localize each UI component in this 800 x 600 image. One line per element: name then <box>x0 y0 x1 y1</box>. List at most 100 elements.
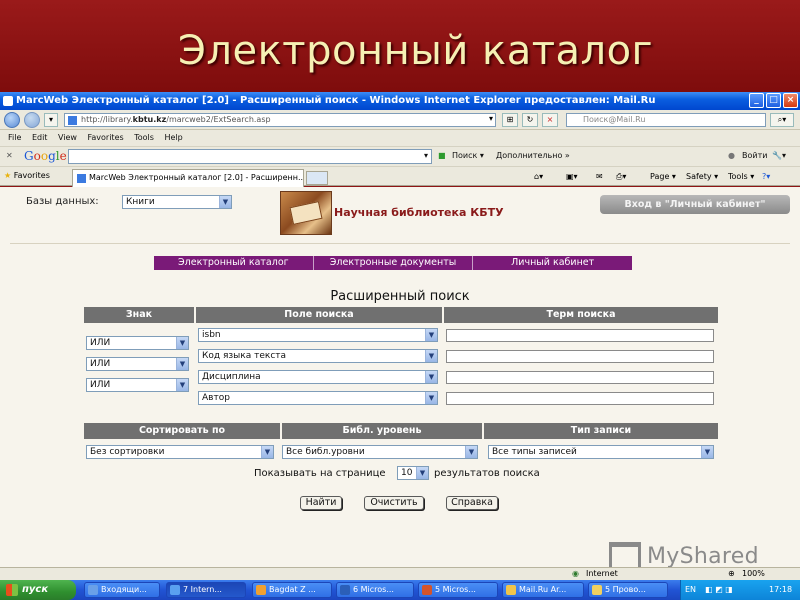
address-input[interactable]: http://library.kbtu.kz/marcweb2/ExtSearc… <box>64 113 496 127</box>
menu-help[interactable]: Help <box>164 130 182 146</box>
folder-icon <box>592 585 602 595</box>
safety-menu[interactable]: Safety ▾ <box>686 171 718 183</box>
header-record-type: Тип записи <box>484 423 718 439</box>
address-dropdown-icon[interactable]: ▾ <box>486 113 496 127</box>
zone-label: Internet <box>586 569 618 578</box>
sign-select-2[interactable]: ИЛИ ▼ <box>86 357 189 371</box>
taskbar-item-word[interactable]: 6 Micros... <box>336 582 414 598</box>
search-term-input-1[interactable] <box>446 329 714 342</box>
search-field-select-1[interactable]: isbn ▼ <box>198 328 438 342</box>
record-type-select[interactable]: Все типы записей ▼ <box>488 445 714 459</box>
minimize-button[interactable]: _ <box>749 93 764 108</box>
mailru-search-input[interactable]: Поиск@Mail.Ru <box>566 113 766 127</box>
stop-icon[interactable]: × <box>542 113 558 127</box>
bib-level-select[interactable]: Все библ.уровни ▼ <box>282 445 478 459</box>
header-bib-level: Библ. уровень <box>282 423 482 439</box>
back-arrow-icon[interactable] <box>4 112 20 128</box>
chevron-down-icon: ▼ <box>425 350 437 362</box>
menu-edit[interactable]: Edit <box>32 130 48 146</box>
start-button[interactable]: пуск <box>0 580 76 600</box>
google-more-button[interactable]: Дополнительно » <box>496 150 570 162</box>
chevron-down-icon: ▼ <box>425 392 437 404</box>
taskbar-item-ie[interactable]: 7 Intern... <box>166 582 246 598</box>
google-search-button[interactable]: Поиск ▾ <box>452 150 484 162</box>
forward-arrow-icon[interactable] <box>24 112 40 128</box>
user-icon: ● <box>728 151 735 160</box>
search-field-select-2[interactable]: Код языка текста ▼ <box>198 349 438 363</box>
search-field-select-4[interactable]: Автор ▼ <box>198 391 438 405</box>
zoom-level[interactable]: 100% <box>742 568 765 580</box>
tools-menu[interactable]: Tools ▾ <box>728 171 754 183</box>
clock: 17:18 <box>769 585 793 594</box>
taskbar-item-bagdat[interactable]: Bagdat Z ... <box>252 582 332 598</box>
google-input-dropdown-icon[interactable]: ▾ <box>424 150 428 162</box>
taskbar-item-explorer[interactable]: 5 Прово... <box>588 582 668 598</box>
taskbar-item-powerpoint[interactable]: 5 Micros... <box>418 582 498 598</box>
ie-app-icon <box>3 96 13 106</box>
google-toolbar: ✕ Google ▾ ■ Поиск ▾ Дополнительно » ● В… <box>0 146 800 166</box>
tab-title: MarcWeb Электронный каталог [2.0] - Расш… <box>89 173 304 182</box>
cabinet-login-button[interactable]: Вход в "Личный кабинет" <box>600 195 790 214</box>
close-toolbar-icon[interactable]: ✕ <box>6 150 13 162</box>
database-select[interactable]: Книги ▼ <box>122 195 232 209</box>
maximize-button[interactable]: □ <box>766 93 781 108</box>
slide-title: Электронный каталог <box>178 28 654 74</box>
taskbar: пуск Входящи... 7 Intern... Bagdat Z ...… <box>0 580 800 600</box>
page-menu[interactable]: Page ▾ <box>650 171 676 183</box>
help-icon[interactable]: ?▾ <box>762 171 770 183</box>
home-icon[interactable]: ⌂▾ <box>534 171 543 183</box>
header-sign: Знак <box>84 307 194 323</box>
favorites-star-icon: ★ <box>4 171 12 180</box>
zoom-icon[interactable]: ⊕ <box>728 568 735 580</box>
clear-button[interactable]: Очистить <box>364 496 424 510</box>
per-page-select[interactable]: 10 ▼ <box>397 466 429 480</box>
sign-select-1[interactable]: ИЛИ ▼ <box>86 336 189 350</box>
menu-tools[interactable]: Tools <box>134 130 154 146</box>
search-icon[interactable]: ⌕▾ <box>770 113 794 127</box>
search-term-input-3[interactable] <box>446 371 714 384</box>
refresh-icon[interactable]: ↻ <box>522 113 538 127</box>
help-button[interactable]: Справка <box>446 496 498 510</box>
search-field-select-3[interactable]: Дисциплина ▼ <box>198 370 438 384</box>
window-title: MarcWeb Электронный каталог [2.0] - Расш… <box>16 95 656 106</box>
compatibility-icon[interactable]: ⊞ <box>502 113 518 127</box>
menu-file[interactable]: File <box>8 130 21 146</box>
main-nav: Электронный каталог Электронные документ… <box>154 256 632 270</box>
address-toolbar: ▾ http://library.kbtu.kz/marcweb2/ExtSea… <box>0 110 800 130</box>
language-indicator[interactable]: EN <box>685 580 696 600</box>
dropdown-arrow-icon[interactable]: ▾ <box>44 113 58 127</box>
sort-select[interactable]: Без сортировки ▼ <box>86 445 274 459</box>
new-tab-button[interactable] <box>306 171 328 185</box>
powerpoint-icon <box>422 585 432 595</box>
search-term-input-2[interactable] <box>446 350 714 363</box>
google-search-icon[interactable]: ■ <box>438 150 446 162</box>
taskbar-item-mailru[interactable]: Mail.Ru Ar... <box>502 582 584 598</box>
per-page-suffix: результатов поиска <box>434 468 540 479</box>
taskbar-item-inbox[interactable]: Входящи... <box>84 582 160 598</box>
chevron-down-icon: ▼ <box>701 446 713 458</box>
window-title-bar: MarcWeb Электронный каталог [2.0] - Расш… <box>0 92 800 110</box>
favorites-button[interactable]: ★ Favorites <box>4 170 50 182</box>
google-search-input[interactable] <box>68 149 432 164</box>
nav-personal-cabinet[interactable]: Личный кабинет <box>473 256 632 270</box>
find-button[interactable]: Найти <box>300 496 342 510</box>
chevron-down-icon: ▼ <box>465 446 477 458</box>
nav-electronic-documents[interactable]: Электронные документы <box>314 256 474 270</box>
print-icon[interactable]: ⎙▾ <box>616 171 626 183</box>
nav-electronic-catalog[interactable]: Электронный каталог <box>154 256 314 270</box>
browser-tab-active[interactable]: MarcWeb Электронный каталог [2.0] - Расш… <box>72 169 304 187</box>
window-controls: _ □ × <box>749 93 798 108</box>
chevron-down-icon: ▼ <box>425 329 437 341</box>
wrench-icon[interactable]: 🔧▾ <box>772 150 786 162</box>
feeds-icon[interactable]: ▣▾ <box>566 171 578 183</box>
menu-view[interactable]: View <box>58 130 77 146</box>
sign-select-3[interactable]: ИЛИ ▼ <box>86 378 189 392</box>
mail-icon[interactable]: ✉ <box>596 171 603 183</box>
menu-favorites[interactable]: Favorites <box>88 130 124 146</box>
tabs-toolbar: ★ Favorites MarcWeb Электронный каталог … <box>0 166 800 187</box>
ie-icon <box>170 585 180 595</box>
google-login-link[interactable]: Войти <box>742 150 767 162</box>
close-button[interactable]: × <box>783 93 798 108</box>
per-page-label: Показывать на странице <box>254 468 386 479</box>
search-term-input-4[interactable] <box>446 392 714 405</box>
